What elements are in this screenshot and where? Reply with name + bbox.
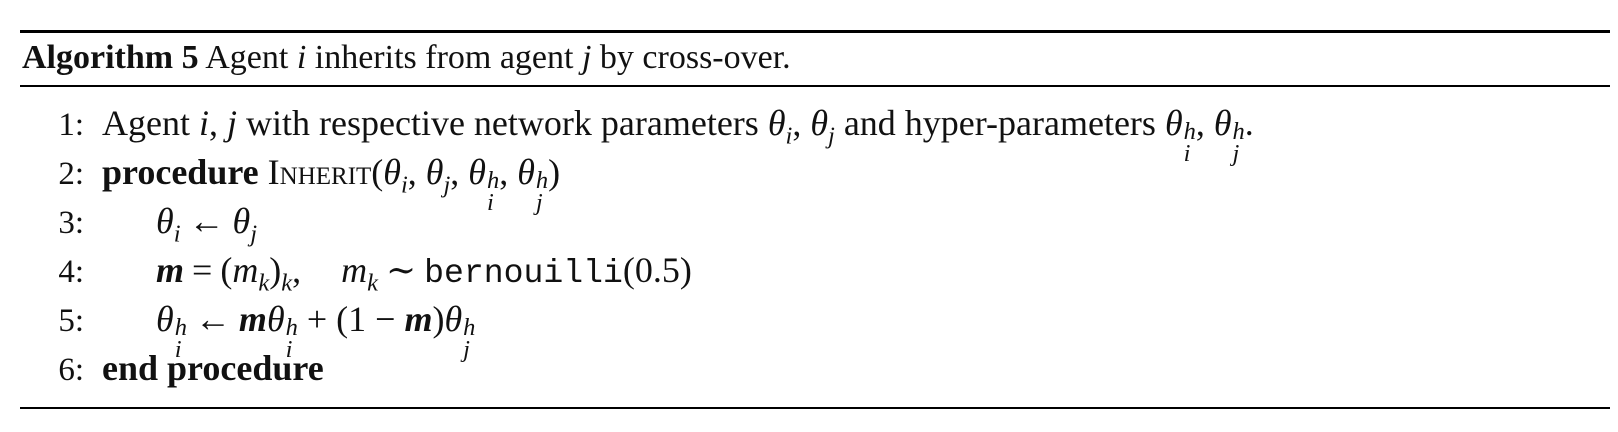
keyword-end-procedure: end procedure xyxy=(102,348,324,388)
algorithm-body: 1: Agent i, j with respective network pa… xyxy=(20,87,1610,407)
line-content: end procedure xyxy=(88,344,324,393)
keyword-procedure: procedure xyxy=(102,152,259,192)
caption-text: Agent i inherits from agent j by cross-o… xyxy=(205,39,791,76)
algorithm-line-4: 4: m = (mk)k, mk ∼ bernouilli(0.5) xyxy=(20,246,1610,297)
line-number: 2: xyxy=(58,156,84,192)
algorithm-line-5: 5: θ h i ← mθ h i + (1 − m)θ h j xyxy=(20,295,1610,362)
line-number: 3: xyxy=(58,205,84,241)
procedure-name: Inherit xyxy=(267,152,372,192)
bernouilli-function: bernouilli xyxy=(424,254,623,292)
line-number: 1: xyxy=(58,107,84,143)
algorithm-line-6: 6: end procedure xyxy=(20,344,1610,393)
algorithm-label: Algorithm 5 xyxy=(22,39,199,76)
line-number: 4: xyxy=(58,254,84,290)
line-number: 6: xyxy=(58,352,84,388)
line-number: 5: xyxy=(58,303,84,339)
algorithm-line-1: 1: Agent i, j with respective network pa… xyxy=(20,99,1610,166)
bottom-rule xyxy=(20,407,1610,409)
algorithm-caption: Algorithm 5 Agent i inherits from agent … xyxy=(20,33,1610,85)
algorithm-block: Algorithm 5 Agent i inherits from agent … xyxy=(20,30,1610,409)
